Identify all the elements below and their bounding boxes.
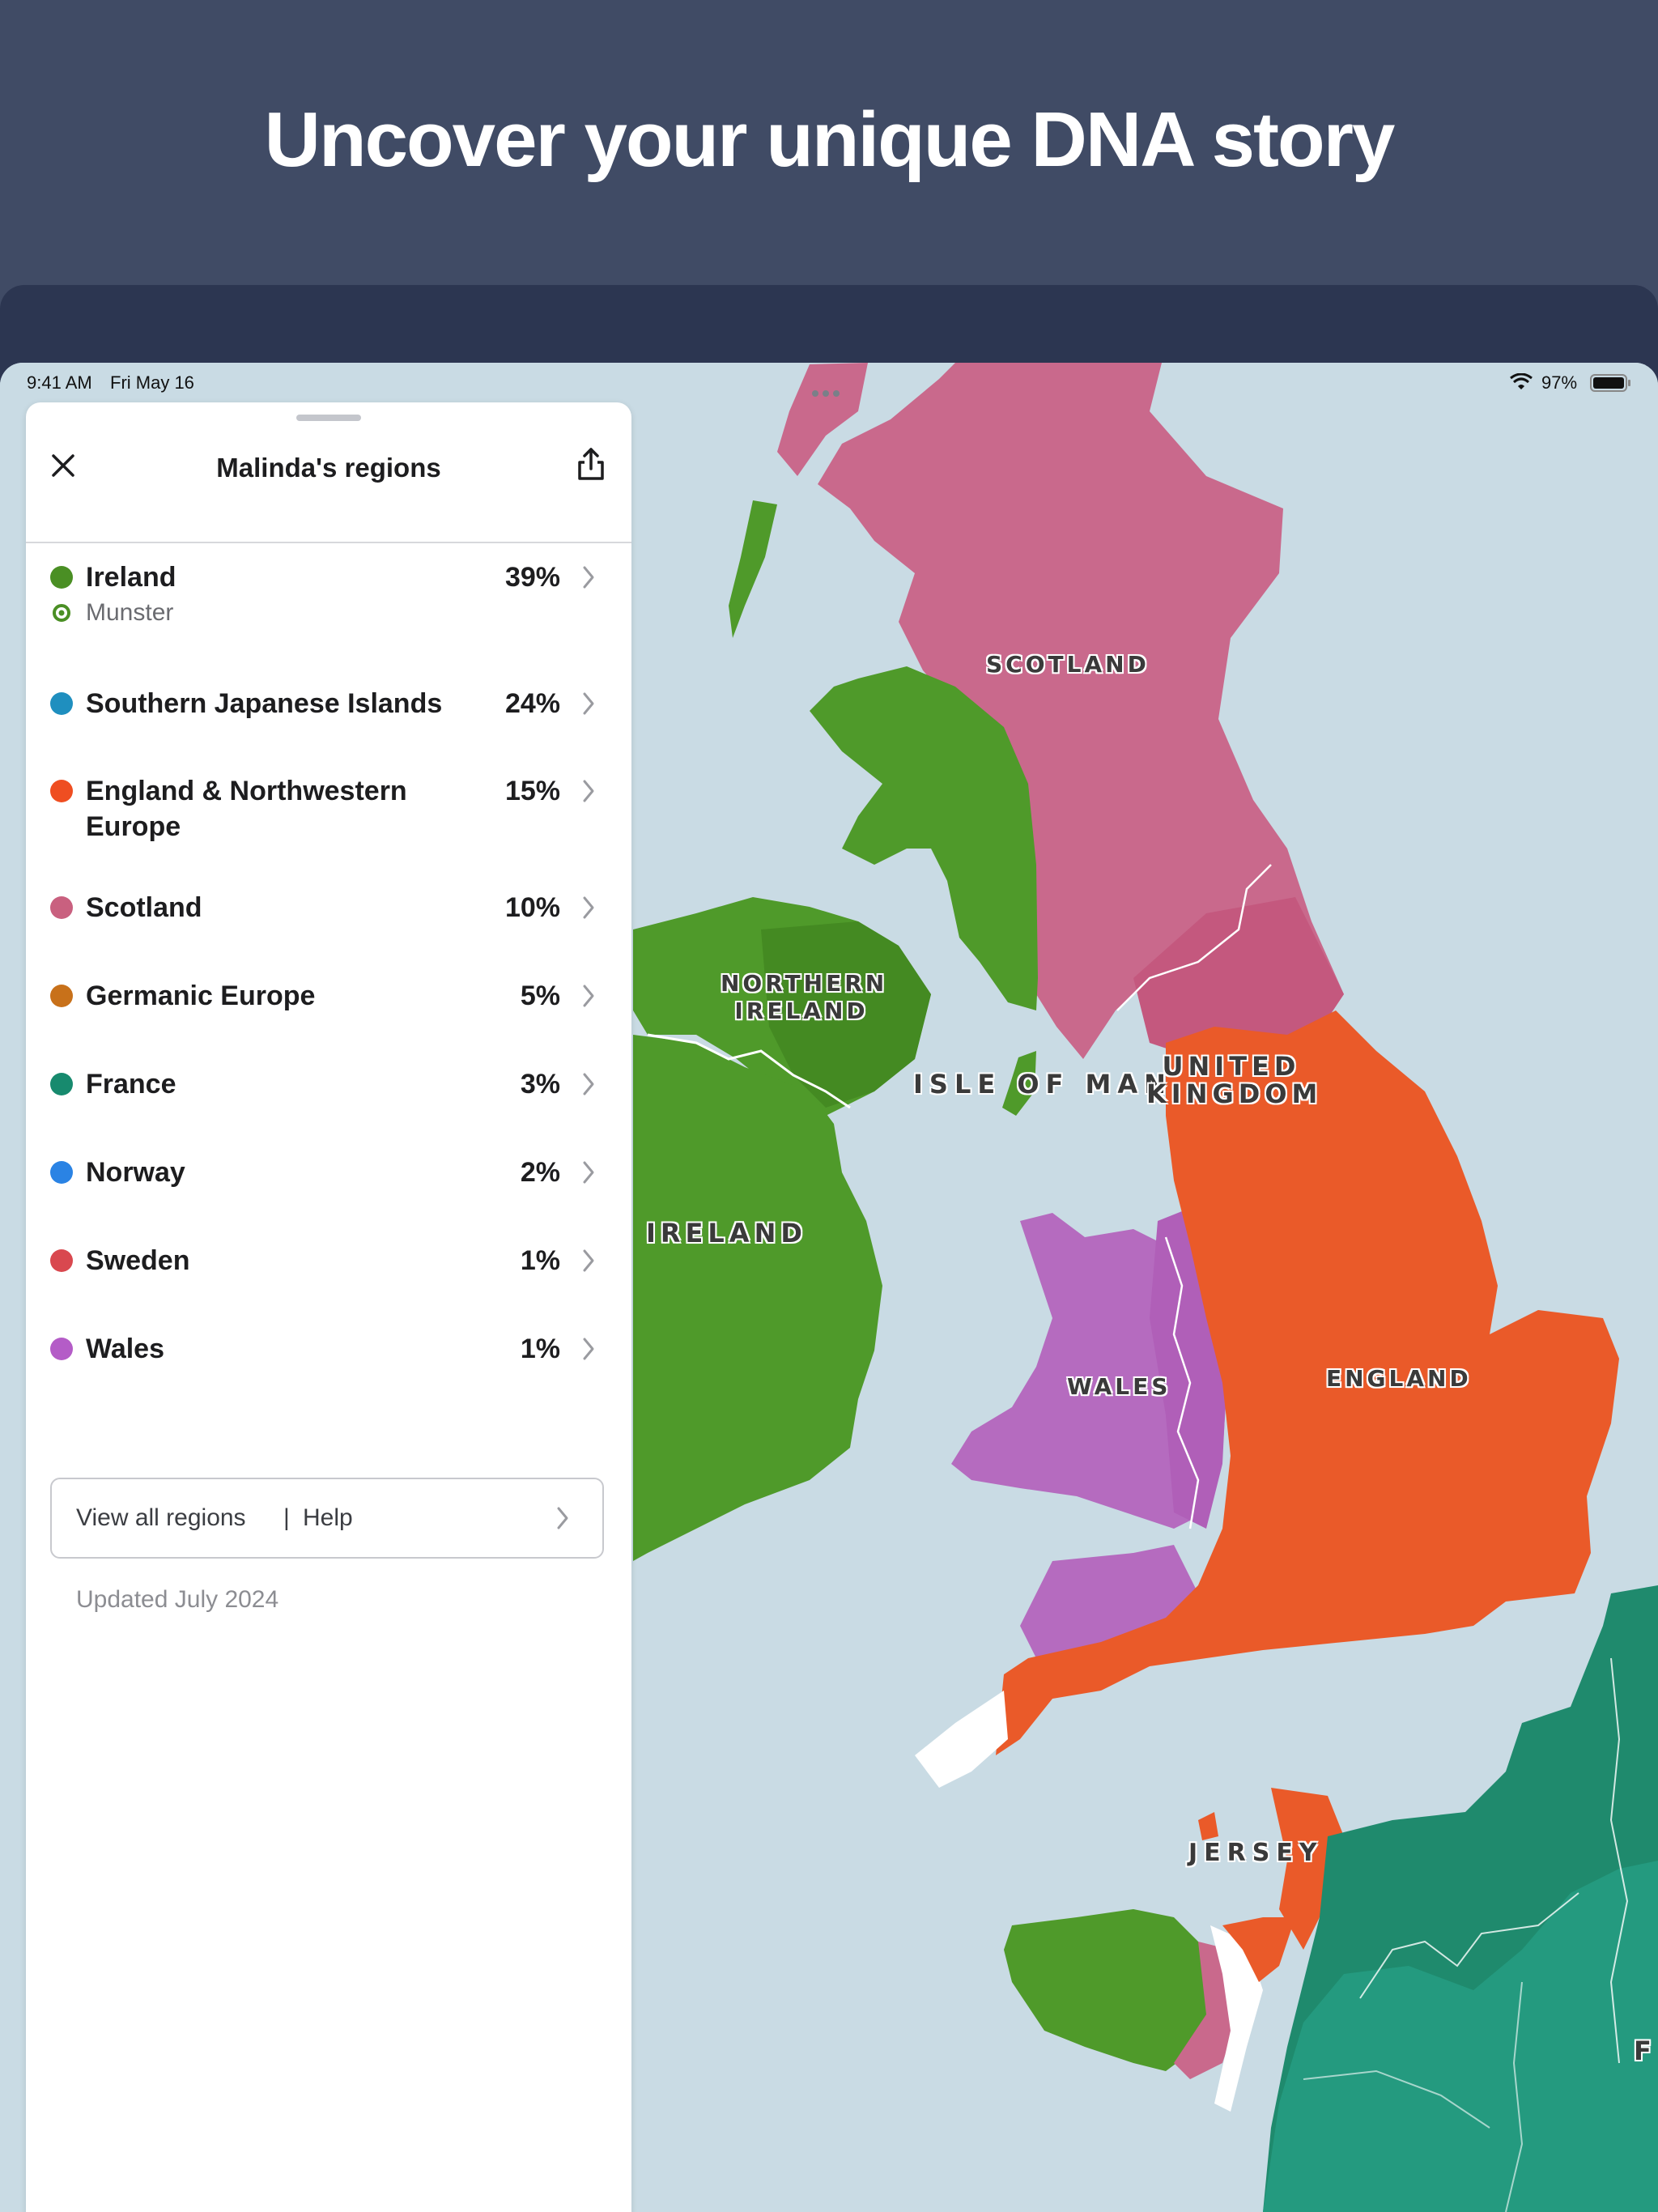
view-all-regions-link[interactable]: View all regions bbox=[76, 1502, 246, 1534]
region-color-dot bbox=[50, 566, 73, 589]
region-color-dot bbox=[50, 1338, 73, 1360]
region-row-ireland[interactable]: Ireland 39% Munster bbox=[26, 559, 631, 657]
map-label-england: ENGLAND bbox=[1326, 1365, 1472, 1392]
region-row-norway[interactable]: Norway 2% bbox=[26, 1155, 631, 1219]
subregion-label: Munster bbox=[86, 599, 174, 626]
region-color-dot bbox=[50, 1161, 73, 1184]
multitasking-dots-icon[interactable] bbox=[812, 381, 844, 402]
region-name: Wales bbox=[86, 1334, 165, 1364]
chevron-right-icon bbox=[583, 985, 594, 1007]
map-label-uk-line2: KINGDOM bbox=[1146, 1078, 1323, 1109]
chevron-right-icon bbox=[583, 692, 594, 715]
region-row-france[interactable]: France 3% bbox=[26, 1066, 631, 1131]
device-screen: SCOTLAND NORTHERN IRELAND ISLE OF MAN UN… bbox=[0, 363, 1658, 2212]
region-percent: 1% bbox=[520, 1334, 560, 1364]
chevron-right-icon bbox=[583, 1073, 594, 1095]
region-row-england-northwestern-europe[interactable]: England & Northwestern Europe 15% bbox=[26, 773, 631, 854]
region-row-germanic-europe[interactable]: Germanic Europe 5% bbox=[26, 978, 631, 1043]
region-row-southern-japanese-islands[interactable]: Southern Japanese Islands 24% bbox=[26, 686, 631, 751]
map-label-france-partial: F bbox=[1634, 2035, 1655, 2066]
chevron-right-icon bbox=[557, 1507, 568, 1529]
updated-date: Updated July 2024 bbox=[76, 1586, 279, 1613]
map-label-northern-ireland-line2: IRELAND bbox=[734, 998, 869, 1024]
map-label-jersey: JERSEY bbox=[1188, 1839, 1324, 1867]
chevron-right-icon bbox=[583, 1161, 594, 1184]
map-label-isle-of-man: ISLE OF MAN bbox=[913, 1069, 1172, 1100]
status-bar: 9:41 AM Fri May 16 97% bbox=[0, 363, 1658, 402]
region-name: Norway bbox=[86, 1157, 185, 1188]
region-percent: 39% bbox=[504, 562, 560, 593]
sheet-grabber[interactable] bbox=[296, 415, 361, 421]
panel-title: Malinda's regions bbox=[216, 453, 441, 483]
share-icon[interactable] bbox=[573, 445, 609, 483]
battery-icon bbox=[1590, 374, 1630, 392]
map-label-ireland: IRELAND bbox=[646, 1218, 807, 1249]
map-label-scotland: SCOTLAND bbox=[986, 651, 1150, 678]
region-name: Ireland bbox=[86, 562, 176, 593]
region-name: Sweden bbox=[86, 1245, 190, 1276]
battery-percent: 97% bbox=[1541, 372, 1578, 393]
map-label-northern-ireland: NORTHERN IRELAND bbox=[721, 970, 888, 1025]
region-name: Germanic Europe bbox=[86, 981, 316, 1011]
region-row-wales[interactable]: Wales 1% bbox=[26, 1331, 631, 1396]
region-color-dot bbox=[50, 1073, 73, 1095]
region-color-dot bbox=[50, 1249, 73, 1272]
footer-separator: | bbox=[283, 1504, 290, 1531]
region-row-scotland[interactable]: Scotland 10% bbox=[26, 890, 631, 955]
region-color-dot bbox=[50, 896, 73, 919]
status-time: 9:41 AM bbox=[27, 372, 92, 393]
region-name-line2: Europe bbox=[86, 811, 181, 842]
chevron-right-icon bbox=[583, 1249, 594, 1272]
region-color-dot bbox=[50, 985, 73, 1007]
region-name: France bbox=[86, 1069, 176, 1100]
regions-panel: Malinda's regions Ireland 39% Munster So… bbox=[26, 402, 631, 2212]
region-name: Southern Japanese Islands bbox=[86, 688, 443, 719]
region-color-dot bbox=[50, 780, 73, 802]
view-all-regions-button[interactable]: View all regions | Help bbox=[50, 1478, 604, 1559]
map-label-northern-ireland-line1: NORTHERN bbox=[721, 970, 888, 997]
region-percent: 24% bbox=[504, 688, 560, 719]
region-name: Scotland bbox=[86, 892, 202, 923]
chevron-right-icon bbox=[583, 896, 594, 919]
wifi-icon bbox=[1510, 373, 1533, 389]
region-row-sweden[interactable]: Sweden 1% bbox=[26, 1243, 631, 1308]
region-percent: 5% bbox=[520, 981, 560, 1011]
region-percent: 3% bbox=[520, 1069, 560, 1100]
map-label-united-kingdom: UNITED KINGDOM bbox=[1146, 1051, 1323, 1109]
region-percent: 15% bbox=[504, 776, 560, 806]
header-divider bbox=[26, 542, 631, 543]
region-percent: 2% bbox=[520, 1157, 560, 1188]
map-label-wales: WALES bbox=[1067, 1373, 1171, 1400]
chevron-right-icon bbox=[583, 1338, 594, 1360]
hero-title: Uncover your unique DNA story bbox=[264, 96, 1396, 183]
subregion-ring-icon bbox=[53, 604, 70, 622]
chevron-right-icon bbox=[583, 566, 594, 589]
hero-banner: Uncover your unique DNA story bbox=[0, 0, 1658, 285]
help-link[interactable]: Help bbox=[303, 1502, 353, 1534]
region-color-dot bbox=[50, 692, 73, 715]
status-date: Fri May 16 bbox=[110, 372, 194, 393]
chevron-right-icon bbox=[583, 780, 594, 802]
region-name: England & Northwestern bbox=[86, 776, 407, 806]
region-percent: 10% bbox=[504, 892, 560, 923]
region-percent: 1% bbox=[520, 1245, 560, 1276]
map-label-uk-line1: UNITED bbox=[1162, 1051, 1301, 1082]
